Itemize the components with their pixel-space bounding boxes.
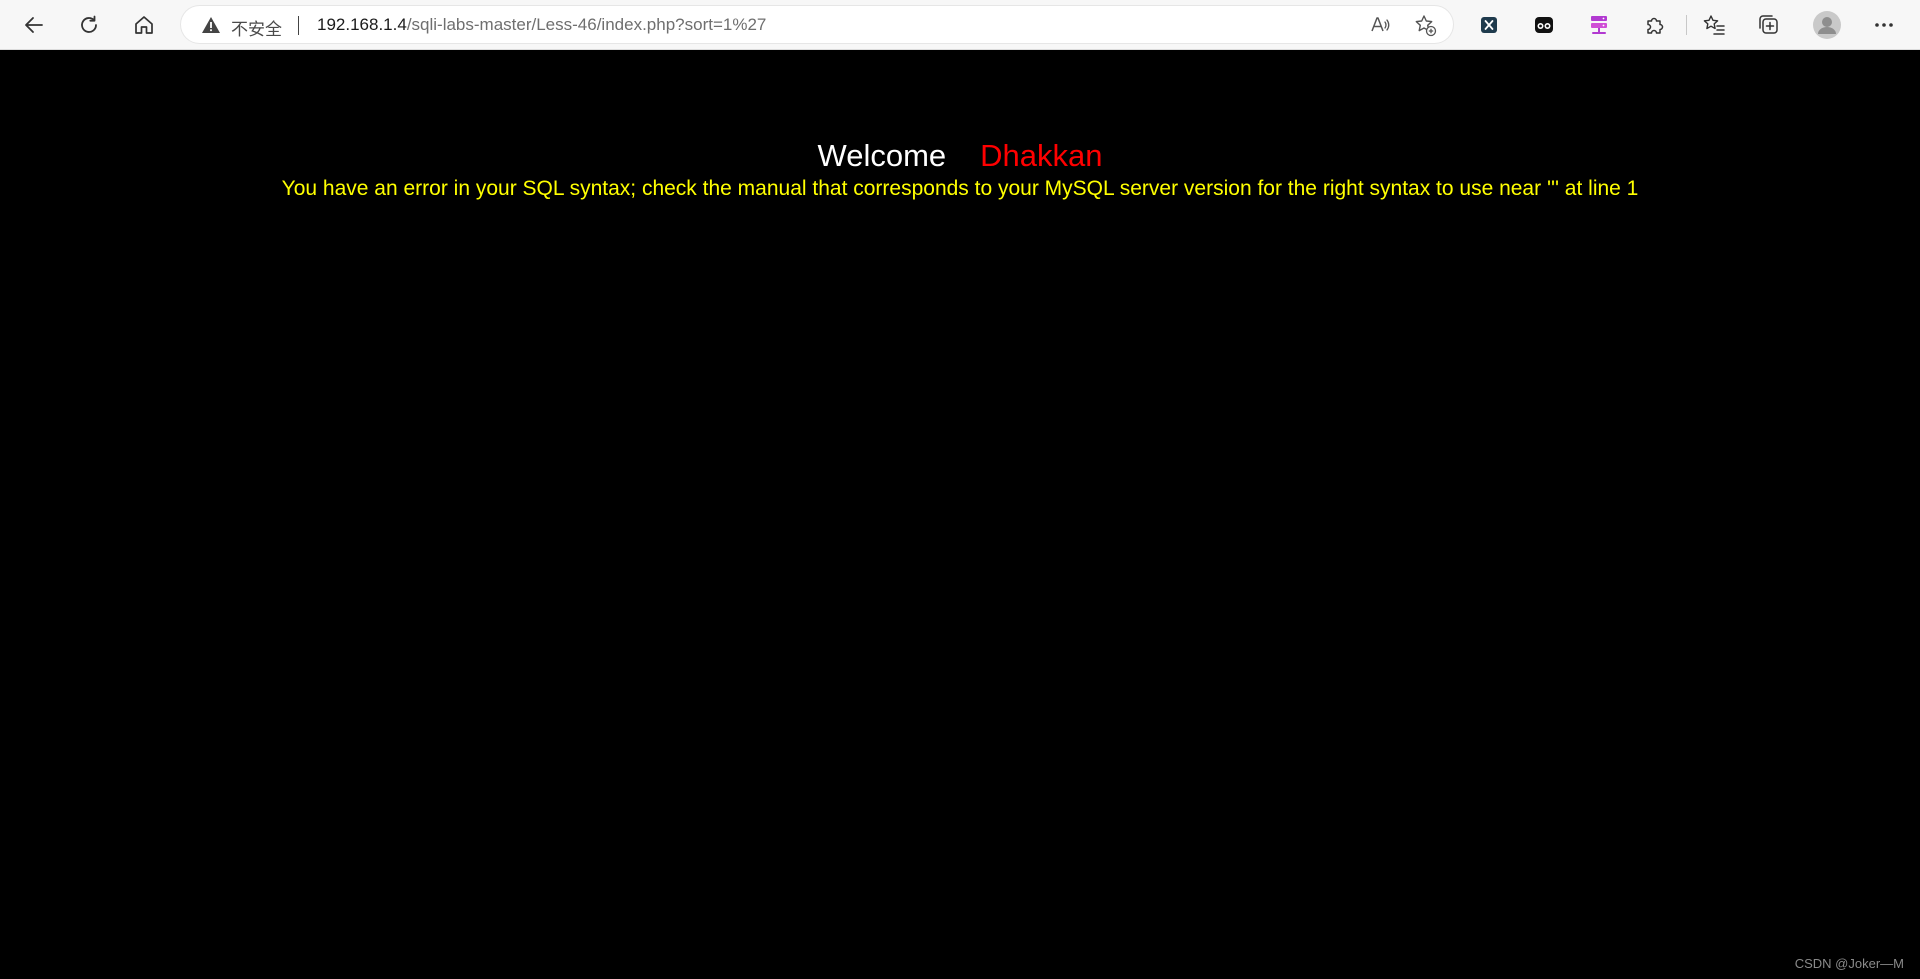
toolbar-divider — [1686, 15, 1687, 35]
profile-button[interactable] — [1809, 7, 1845, 43]
extensions-puzzle-icon — [1647, 17, 1664, 34]
extensions-button[interactable] — [1636, 7, 1672, 43]
home-icon — [135, 16, 153, 34]
profile-avatar-icon — [1813, 11, 1841, 39]
address-bar[interactable]: 不安全 192.168.1.4/sqli-labs-master/Less-46… — [181, 6, 1453, 43]
back-arrow-icon — [25, 17, 43, 33]
extension-server-icon — [1591, 16, 1607, 34]
home-button[interactable] — [126, 7, 162, 43]
more-menu-icon — [1875, 23, 1893, 27]
welcome-heading: Welcome Dhakkan — [0, 138, 1920, 174]
extension-x-button[interactable] — [1471, 7, 1507, 43]
security-status-label[interactable]: 不安全 — [231, 15, 282, 40]
collections-button[interactable] — [1751, 7, 1787, 43]
page-content: Welcome Dhakkan You have an error in your… — [0, 50, 1920, 979]
url-text[interactable]: 192.168.1.4/sqli-labs-master/Less-46/ind… — [317, 15, 766, 35]
more-menu-button[interactable] — [1866, 7, 1902, 43]
browser-toolbar: 不安全 192.168.1.4/sqli-labs-master/Less-46… — [0, 0, 1920, 50]
extension-server-button[interactable] — [1581, 7, 1617, 43]
refresh-icon — [81, 15, 97, 33]
favorites-icon — [1703, 15, 1725, 35]
read-aloud-icon[interactable] — [1368, 13, 1392, 37]
extension-glasses-button[interactable] — [1526, 7, 1562, 43]
refresh-button[interactable] — [71, 7, 107, 43]
collections-icon — [1759, 15, 1778, 34]
address-divider — [298, 16, 299, 35]
url-host: 192.168.1.4 — [317, 15, 407, 34]
welcome-name: Dhakkan — [980, 138, 1103, 173]
back-button[interactable] — [16, 7, 52, 43]
url-path: /sqli-labs-master/Less-46/index.php?sort… — [406, 15, 767, 34]
welcome-text: Welcome — [817, 138, 947, 173]
favorites-button[interactable] — [1696, 7, 1732, 43]
extension-glasses-icon — [1535, 17, 1553, 33]
add-favorite-icon[interactable] — [1413, 13, 1437, 37]
sql-error-message: You have an error in your SQL syntax; ch… — [281, 177, 1639, 200]
watermark: CSDN @Joker—M — [1794, 956, 1904, 971]
extension-x-icon — [1481, 17, 1497, 33]
warning-icon[interactable] — [201, 16, 221, 39]
